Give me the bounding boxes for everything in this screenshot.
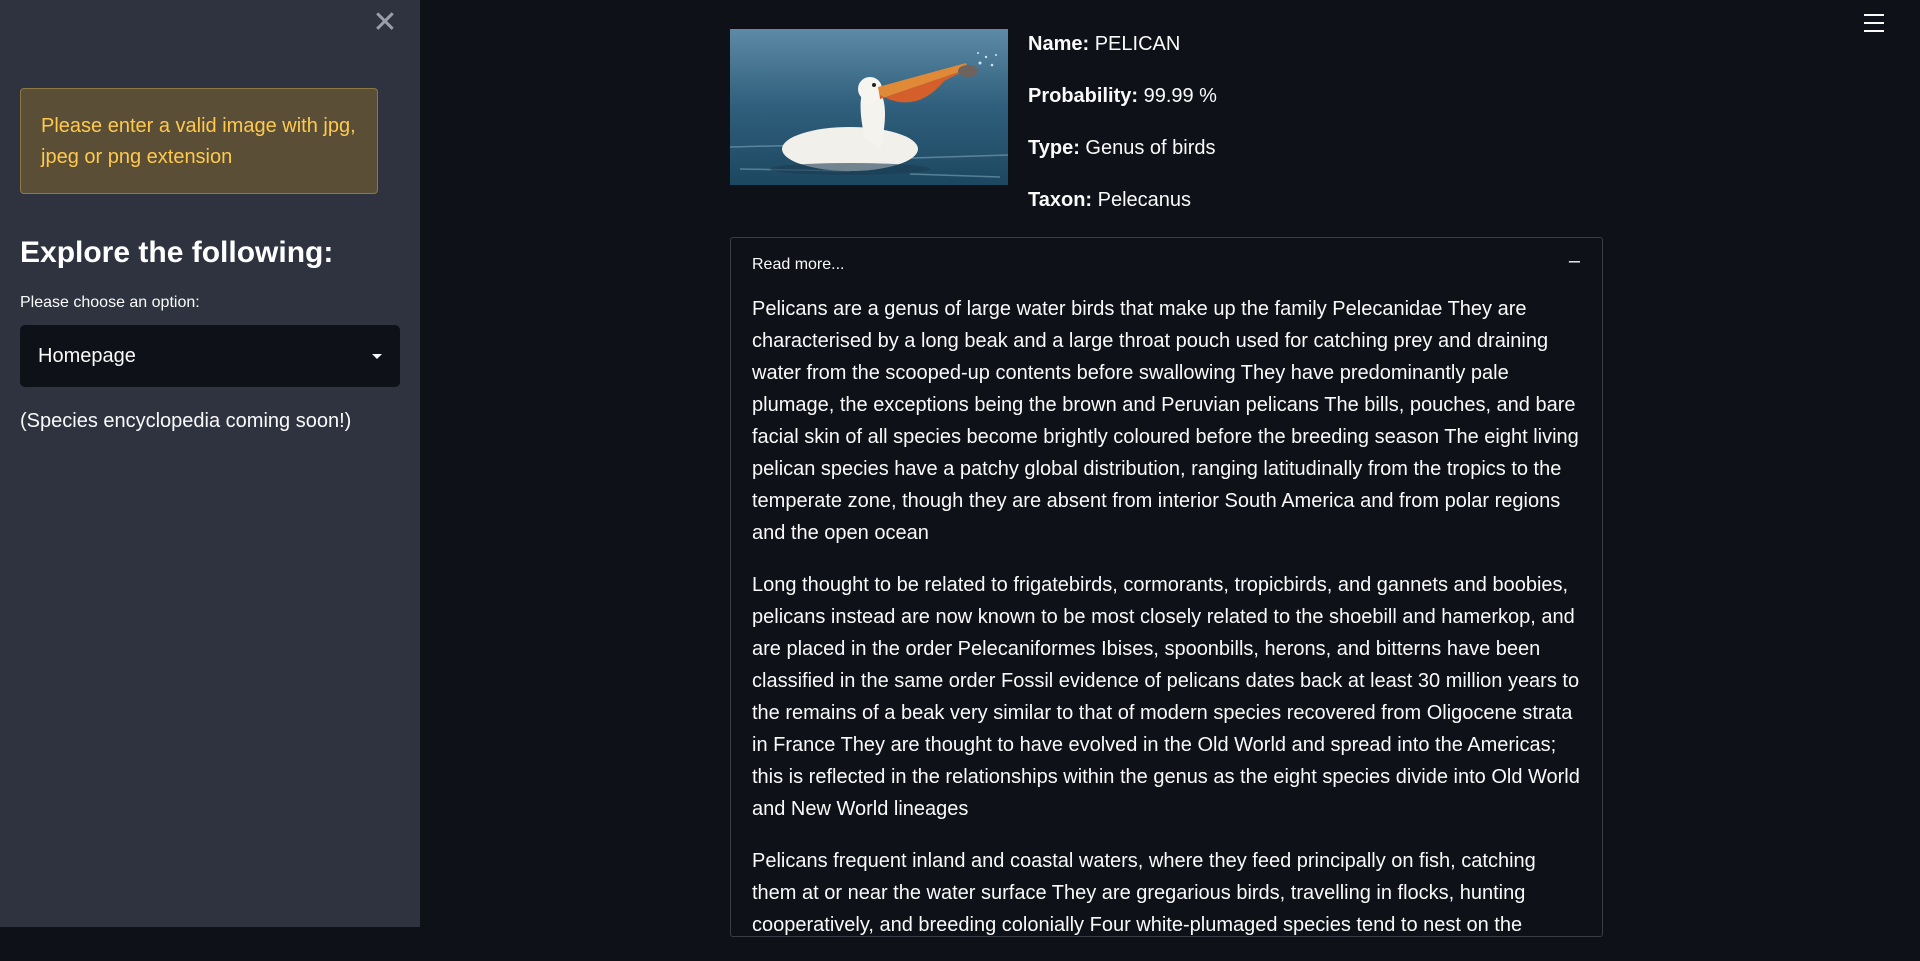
expander-header[interactable]: Read more... [752, 256, 844, 274]
explore-heading: Explore the following: [20, 236, 334, 269]
description-paragraph: Pelicans are a genus of large water bird… [752, 298, 1579, 544]
expander-body: Pelicans are a genus of large water bird… [752, 293, 1584, 961]
name-line: Name: PELICAN [1028, 33, 1180, 56]
probability-label: Probability: [1028, 85, 1139, 107]
read-more-expander: Read more... – Pelicans are a genus of l… [730, 237, 1603, 937]
taxon-line: Taxon: Pelecanus [1028, 189, 1191, 212]
select-value: Homepage [38, 344, 136, 367]
taxon-value: Pelecanus [1097, 189, 1192, 211]
coming-soon-text: (Species encyclopedia coming soon!) [20, 410, 352, 432]
warning-alert: Please enter a valid image with jpg, jpe… [20, 88, 378, 194]
type-label: Type: [1028, 137, 1080, 159]
probability-value: 99.99 % [1143, 85, 1217, 107]
option-select[interactable]: Homepage [20, 325, 400, 387]
taxon-label: Taxon: [1028, 189, 1093, 211]
select-label: Please choose an option: [20, 294, 200, 311]
close-icon[interactable]: ✕ [372, 8, 398, 38]
name-value: PELICAN [1094, 33, 1181, 55]
sidebar: ✕ Please enter a valid image with jpg, j… [0, 0, 420, 927]
pelican-image [730, 29, 1008, 185]
minus-icon[interactable]: – [1569, 250, 1580, 273]
hamburger-menu-icon[interactable] [1864, 14, 1884, 32]
probability-line: Probability: 99.99 % [1028, 85, 1217, 108]
chevron-down-icon [372, 353, 382, 359]
name-label: Name: [1028, 33, 1090, 55]
type-line: Type: Genus of birds [1028, 137, 1216, 160]
description-paragraph: Long thought to be related to frigatebir… [752, 574, 1580, 820]
type-value: Genus of birds [1085, 137, 1216, 159]
